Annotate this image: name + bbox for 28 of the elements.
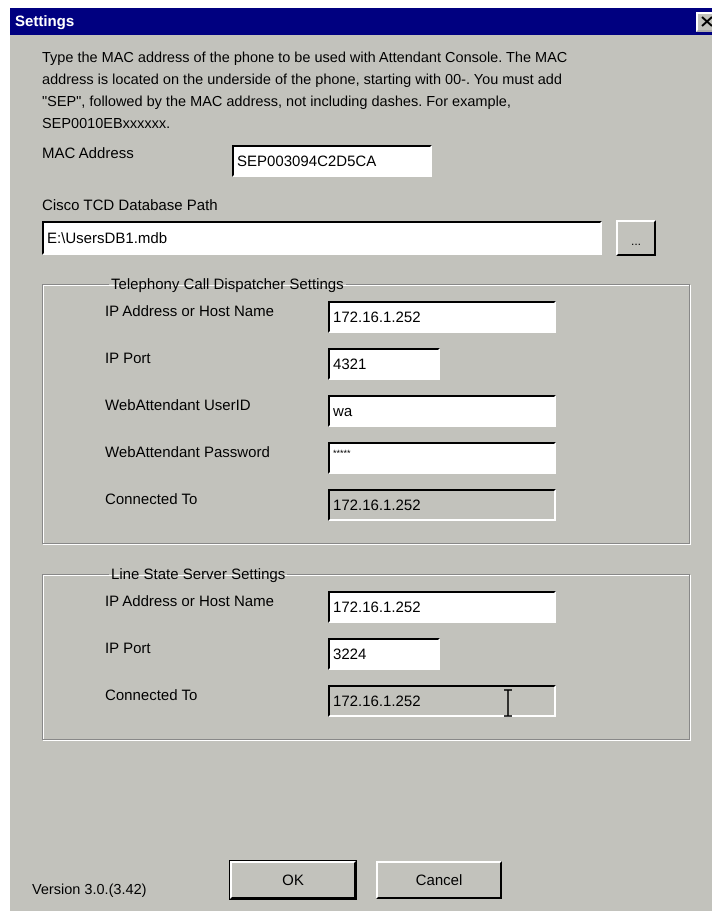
group-title: Telephony Call Dispatcher Settings	[110, 276, 345, 293]
input-field[interactable]: 4321	[328, 348, 440, 380]
text-cursor-icon	[502, 689, 514, 717]
input-field[interactable]: 3224	[328, 638, 440, 670]
field-label: Connected To	[105, 491, 198, 508]
group-title: Line State Server Settings	[110, 566, 286, 583]
field-label: IP Address or Host Name	[105, 593, 275, 610]
input-field[interactable]: wa	[328, 395, 556, 427]
field-label: IP Address or Host Name	[105, 303, 275, 320]
database-path-field[interactable]: E:\UsersDB1.mdb	[42, 221, 602, 255]
field-label: IP Port	[105, 350, 152, 367]
field-label: WebAttendant Password	[105, 444, 271, 461]
field-label: Cisco TCD Database Path	[42, 197, 219, 214]
field-label: MAC Address	[42, 145, 135, 162]
input-field[interactable]: 172.16.1.252	[328, 301, 556, 333]
cancel-button[interactable]: Cancel	[376, 861, 502, 899]
browse-button[interactable]: ...	[616, 220, 656, 256]
window-title: Settings	[15, 13, 74, 30]
field-label: IP Port	[105, 640, 152, 657]
mac-address-field[interactable]: SEP003094C2D5CA	[232, 145, 432, 177]
version-text: Version 3.0.(3.42)	[32, 882, 148, 898]
ok-button[interactable]: OK	[230, 861, 356, 899]
input-field[interactable]: 172.16.1.252	[328, 591, 556, 623]
field-label: WebAttendant UserID	[105, 397, 252, 414]
field-label: Connected To	[105, 687, 198, 704]
password-field[interactable]: *****	[328, 442, 556, 474]
instructions-text: Type the MAC address of the phone to be used with Attendant Console. The MAC address is located on the underside of the phone, starting with 00-. You must add "SEP", followed by the MAC address, not including dashes. For example, SEP0010EBxxxxxx.	[42, 49, 568, 134]
close-button[interactable]	[696, 12, 712, 32]
